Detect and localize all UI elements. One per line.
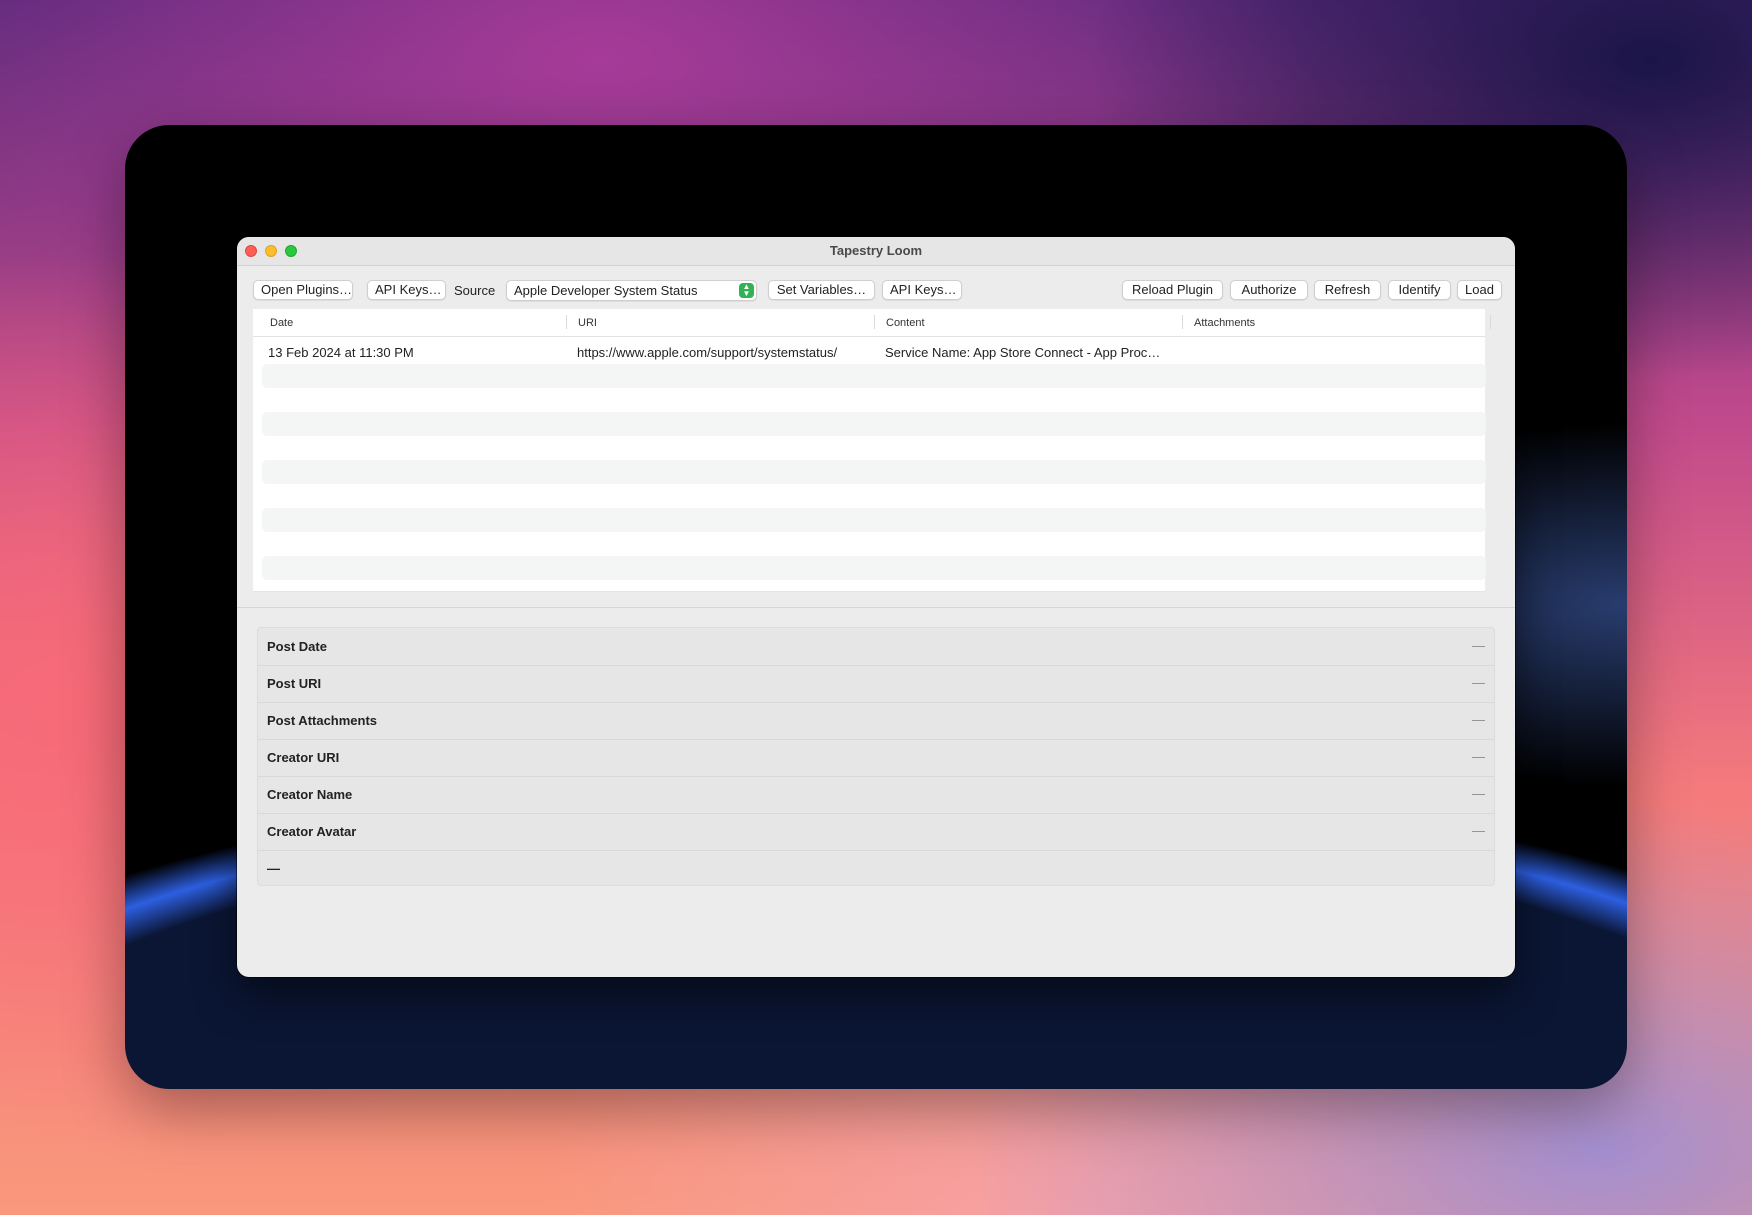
column-divider[interactable] (874, 315, 875, 329)
detail-row-post-uri: Post URI — (258, 665, 1494, 703)
detail-value: — (1472, 823, 1485, 838)
detail-row-footer: — (258, 850, 1494, 884)
load-button[interactable]: Load (1457, 280, 1502, 300)
detail-row-creator-uri: Creator URI — (258, 739, 1494, 777)
detail-label: Post URI (267, 676, 322, 691)
set-variables-button[interactable]: Set Variables… (768, 280, 875, 300)
detail-label: Post Attachments (267, 713, 378, 728)
toolbar: Open Plugins… API Keys… Source Apple Dev… (237, 265, 1515, 313)
empty-row (262, 412, 1486, 436)
refresh-button[interactable]: Refresh (1314, 280, 1381, 300)
column-header-content[interactable]: Content (886, 317, 925, 329)
reload-plugin-button[interactable]: Reload Plugin (1122, 280, 1223, 300)
column-divider[interactable] (566, 315, 567, 329)
source-select[interactable]: Apple Developer System Status ▲ ▼ (506, 280, 757, 301)
source-select-value: Apple Developer System Status (514, 283, 698, 298)
detail-row-post-date: Post Date — (258, 628, 1494, 666)
source-label: Source (454, 283, 496, 298)
desktop-screen: Tapestry Loom Open Plugins… API Keys… So… (125, 125, 1627, 1089)
table-header: Date URI Content Attachments (253, 309, 1491, 337)
authorize-button[interactable]: Authorize (1230, 280, 1308, 300)
detail-value: — (1472, 749, 1485, 764)
app-window: Tapestry Loom Open Plugins… API Keys… So… (237, 237, 1515, 977)
window-title: Tapestry Loom (829, 243, 923, 258)
detail-value: — (1472, 675, 1485, 690)
open-plugins-button[interactable]: Open Plugins… (253, 280, 353, 300)
empty-row (262, 460, 1486, 484)
title-bar[interactable]: Tapestry Loom (237, 237, 1515, 266)
column-header-date[interactable]: Date (270, 317, 293, 329)
cell-date: 13 Feb 2024 at 11:30 PM (268, 345, 414, 360)
detail-footer-value: — (267, 861, 280, 876)
cell-uri: https://www.apple.com/support/systemstat… (577, 345, 838, 360)
empty-row (262, 364, 1486, 388)
column-header-attachments[interactable]: Attachments (1194, 317, 1255, 329)
cell-content: Service Name: App Store Connect - App Pr… (885, 345, 1161, 360)
up-down-chevron-icon: ▲ ▼ (739, 283, 754, 298)
detail-value: — (1472, 786, 1485, 801)
api-keys-button-2[interactable]: API Keys… (882, 280, 962, 300)
column-header-uri[interactable]: URI (578, 317, 597, 329)
detail-label: Post Date (267, 639, 327, 654)
detail-value: — (1472, 712, 1485, 727)
detail-row-creator-avatar: Creator Avatar — (258, 813, 1494, 851)
column-divider[interactable] (1490, 315, 1491, 329)
detail-value: — (1472, 638, 1485, 653)
empty-row (262, 508, 1486, 532)
table-row[interactable]: 13 Feb 2024 at 11:30 PM https://www.appl… (262, 340, 1486, 364)
column-divider[interactable] (1182, 315, 1183, 329)
api-keys-button[interactable]: API Keys… (367, 280, 446, 300)
detail-label: Creator Name (267, 787, 353, 802)
detail-row-post-attachments: Post Attachments — (258, 702, 1494, 740)
empty-row (262, 556, 1486, 580)
detail-label: Creator Avatar (267, 824, 357, 839)
detail-row-creator-name: Creator Name — (258, 776, 1494, 814)
detail-label: Creator URI (267, 750, 340, 765)
identify-button[interactable]: Identify (1388, 280, 1451, 300)
posts-table: Date URI Content Attachments 13 Feb 2024… (253, 309, 1491, 592)
split-view-divider[interactable] (237, 607, 1515, 608)
detail-panel: Post Date — Post URI — Post Attachments … (257, 627, 1495, 886)
